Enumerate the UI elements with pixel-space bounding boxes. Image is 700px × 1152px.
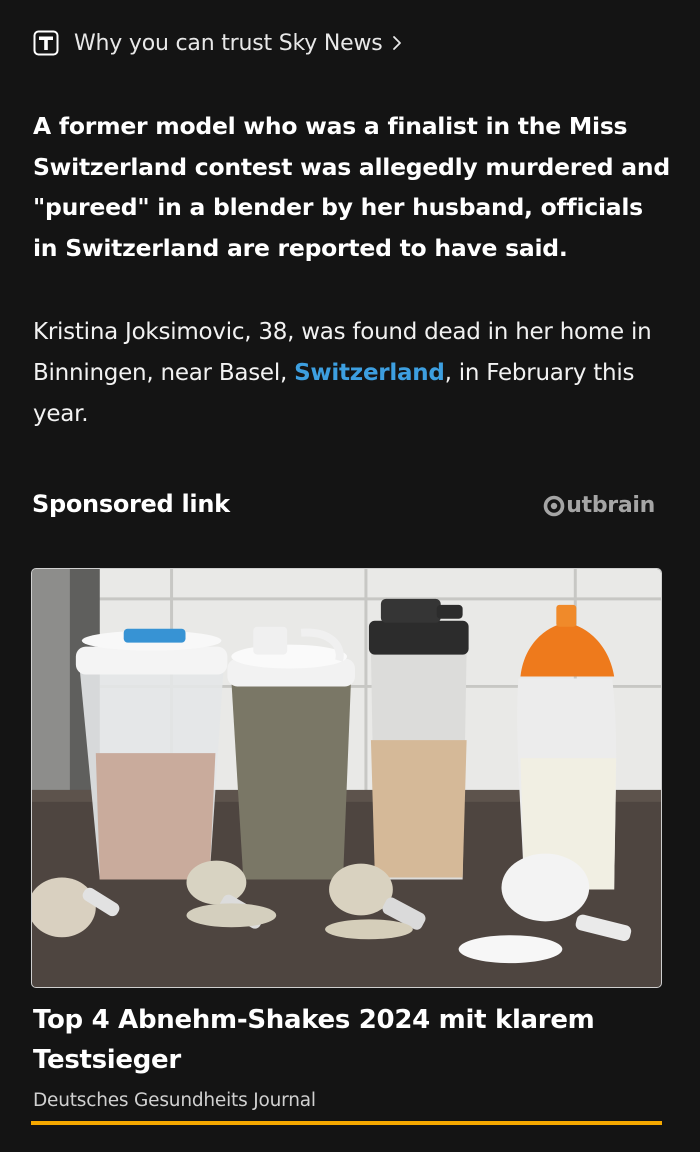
sponsored-link-label: Sponsored link bbox=[32, 490, 230, 518]
article-paragraph: Kristina Joksimovic, 38, was found dead … bbox=[33, 312, 673, 435]
outbrain-logo[interactable]: utbrain bbox=[543, 493, 655, 518]
article-headline: A former model who was a finalist in the… bbox=[33, 112, 670, 262]
ad-title: Top 4 Abnehm-Shakes 2024 mit klarem Test… bbox=[33, 1005, 595, 1075]
outbrain-wordmark: utbrain bbox=[566, 493, 655, 518]
outbrain-logo-icon bbox=[543, 495, 565, 516]
trust-sky-news-link[interactable]: Why you can trust Sky News bbox=[33, 28, 402, 58]
sponsored-ad-card[interactable]: Top 4 Abnehm-Shakes 2024 mit klarem Test… bbox=[31, 568, 662, 1125]
trust-link-label: Why you can trust Sky News bbox=[74, 30, 383, 56]
chevron-right-icon bbox=[392, 36, 401, 50]
trust-t-icon bbox=[33, 30, 59, 56]
protein-shakes-photo bbox=[31, 568, 662, 988]
switzerland-link[interactable]: Switzerland bbox=[294, 360, 445, 386]
ad-source: Deutsches Gesundheits Journal bbox=[33, 1090, 316, 1111]
